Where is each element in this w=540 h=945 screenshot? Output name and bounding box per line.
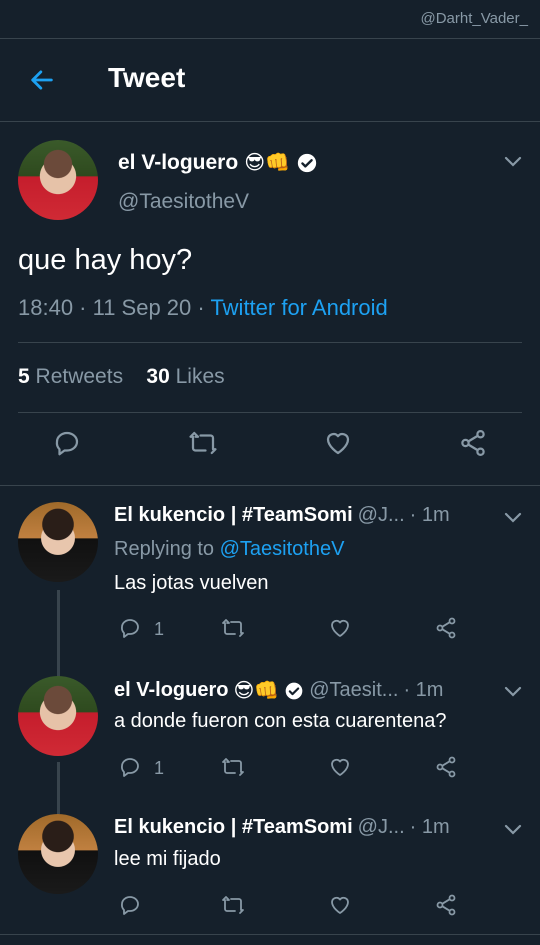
avatar[interactable] (18, 140, 98, 220)
reply-count: 1 (154, 619, 165, 639)
author-name: el V-loguero (118, 150, 239, 174)
retweet-icon[interactable] (188, 428, 218, 458)
author-emojis: 😎👊 (244, 152, 290, 174)
avatar[interactable] (18, 502, 98, 582)
like-icon[interactable] (328, 755, 352, 779)
verified-badge-icon (297, 153, 317, 172)
replying-to-link[interactable]: @TaesitotheV (220, 538, 345, 560)
main-tweet: el V-loguero 😎👊 @TaesitotheV que hay hoy… (0, 122, 540, 486)
chevron-down-icon[interactable] (504, 512, 522, 524)
reply-author-handle: @J... (357, 816, 405, 838)
reply-tweet[interactable]: el V-loguero 😎👊 @Taesit... · 1m a donde … (0, 662, 540, 802)
reply-author-name[interactable]: el V-loguero (114, 679, 228, 702)
tweet-actions (0, 428, 540, 468)
divider (18, 342, 522, 343)
share-icon[interactable] (434, 893, 458, 917)
reply-author-name[interactable]: El kukencio | #TeamSomi (114, 504, 353, 527)
retweet-icon[interactable] (221, 616, 245, 640)
avatar[interactable] (18, 814, 98, 894)
like-icon[interactable] (323, 428, 353, 458)
chevron-down-icon[interactable] (504, 824, 522, 836)
reply-header: el V-loguero 😎👊 @Taesit... · 1m (114, 678, 492, 703)
retweet-icon[interactable] (221, 755, 245, 779)
reply-tweet[interactable]: El kukencio | #TeamSomi @J... · 1m lee m… (0, 800, 540, 935)
reply-header: El kukencio | #TeamSomi @J... · 1m (114, 816, 492, 839)
likes-stat[interactable]: 30 Likes (146, 365, 224, 388)
reply-header: El kukencio | #TeamSomi @J... · 1m (114, 504, 492, 527)
chevron-down-icon[interactable] (504, 686, 522, 698)
tweet-text: que hay hoy? (18, 244, 193, 276)
reply-icon[interactable] (52, 428, 82, 458)
like-icon[interactable] (328, 616, 352, 640)
reply-author-handle: @Taesit... (309, 679, 399, 701)
verified-badge-icon (285, 682, 303, 699)
top-bar: Tweet (0, 38, 540, 122)
share-icon[interactable] (434, 616, 458, 640)
back-arrow-icon[interactable] (28, 66, 56, 94)
reply-text: a donde fueron con esta cuarentena? (114, 710, 447, 732)
replying-to: Replying to @TaesitotheV (114, 538, 345, 560)
reply-author-emojis: 😎👊 (233, 680, 280, 702)
reply-actions (114, 893, 514, 923)
reply-text: lee mi fijado (114, 848, 221, 870)
author-name-row[interactable]: el V-loguero 😎👊 (118, 150, 318, 175)
watermark: @Darht_Vader_ (420, 10, 528, 27)
reply-icon[interactable] (118, 755, 142, 779)
author-handle[interactable]: @TaesitotheV (118, 190, 249, 214)
share-icon[interactable] (434, 755, 458, 779)
reply-author-name[interactable]: El kukencio | #TeamSomi (114, 816, 353, 839)
page-title: Tweet (108, 62, 186, 93)
reply-time: · 1m (403, 679, 444, 701)
tweet-client-link[interactable]: Twitter for Android (210, 295, 387, 320)
like-icon[interactable] (328, 893, 352, 917)
retweets-stat[interactable]: 5 Retweets (18, 365, 123, 388)
retweet-icon[interactable] (221, 893, 245, 917)
reply-icon[interactable] (118, 893, 142, 917)
share-icon[interactable] (458, 428, 488, 458)
reply-text: Las jotas vuelven (114, 572, 269, 594)
tweet-meta: 18:40 · 11 Sep 20 · Twitter for Android (18, 295, 388, 321)
reply-author-handle: @J... (357, 504, 405, 526)
tweet-stats: 5 Retweets 30 Likes (18, 365, 225, 389)
reply-count: 1 (154, 758, 165, 778)
reply-actions: 1 (114, 755, 514, 785)
reply-actions: 1 (114, 616, 514, 646)
reply-time: · 1m (409, 816, 450, 838)
tweet-timestamp: 18:40 · 11 Sep 20 · (18, 295, 211, 320)
chevron-down-icon[interactable] (504, 156, 522, 168)
avatar[interactable] (18, 676, 98, 756)
divider (18, 412, 522, 413)
reply-tweet[interactable]: El kukencio | #TeamSomi @J... · 1m Reply… (0, 488, 540, 658)
reply-icon[interactable] (118, 616, 142, 640)
reply-time: · 1m (409, 504, 450, 526)
